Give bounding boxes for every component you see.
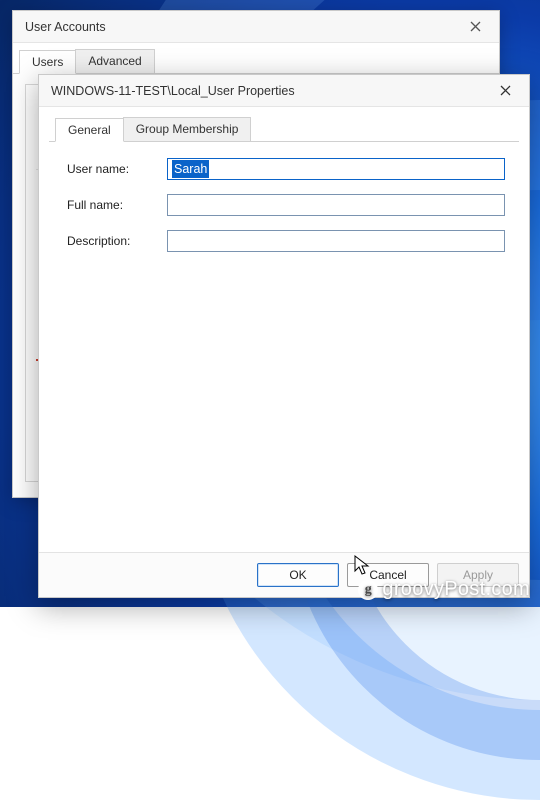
label-fullname: Full name: bbox=[67, 198, 167, 212]
watermark-text: groovyPost.com bbox=[382, 578, 530, 601]
user-accounts-title: User Accounts bbox=[25, 20, 106, 34]
row-description: Description: bbox=[67, 230, 505, 252]
user-properties-dialog: WINDOWS-11-TEST\Local_User Properties Ge… bbox=[38, 74, 530, 598]
fullname-field[interactable] bbox=[167, 194, 505, 216]
properties-body: General Group Membership User name: Sara… bbox=[39, 107, 529, 544]
user-accounts-titlebar: User Accounts bbox=[13, 11, 499, 43]
properties-titlebar: WINDOWS-11-TEST\Local_User Properties bbox=[39, 75, 529, 107]
label-description: Description: bbox=[67, 234, 167, 248]
close-icon[interactable] bbox=[485, 75, 525, 106]
label-username: User name: bbox=[67, 162, 167, 176]
watermark: g groovyPost.com bbox=[358, 578, 530, 601]
general-form: User name: Sarah Full name: Description: bbox=[49, 142, 519, 534]
ok-button[interactable]: OK bbox=[257, 563, 339, 587]
user-accounts-tabs: Users Advanced bbox=[13, 43, 499, 74]
properties-tabs: General Group Membership bbox=[49, 111, 519, 142]
tab-advanced[interactable]: Advanced bbox=[75, 49, 154, 73]
tab-group-membership[interactable]: Group Membership bbox=[123, 117, 252, 141]
row-username: User name: Sarah bbox=[67, 158, 505, 180]
tab-general[interactable]: General bbox=[55, 118, 124, 142]
username-field[interactable]: Sarah bbox=[167, 158, 505, 180]
row-fullname: Full name: bbox=[67, 194, 505, 216]
username-value: Sarah bbox=[172, 160, 209, 178]
properties-title: WINDOWS-11-TEST\Local_User Properties bbox=[51, 84, 295, 98]
close-icon[interactable] bbox=[455, 11, 495, 42]
description-field[interactable] bbox=[167, 230, 505, 252]
tab-users[interactable]: Users bbox=[19, 50, 76, 74]
watermark-logo-icon: g bbox=[358, 580, 378, 600]
